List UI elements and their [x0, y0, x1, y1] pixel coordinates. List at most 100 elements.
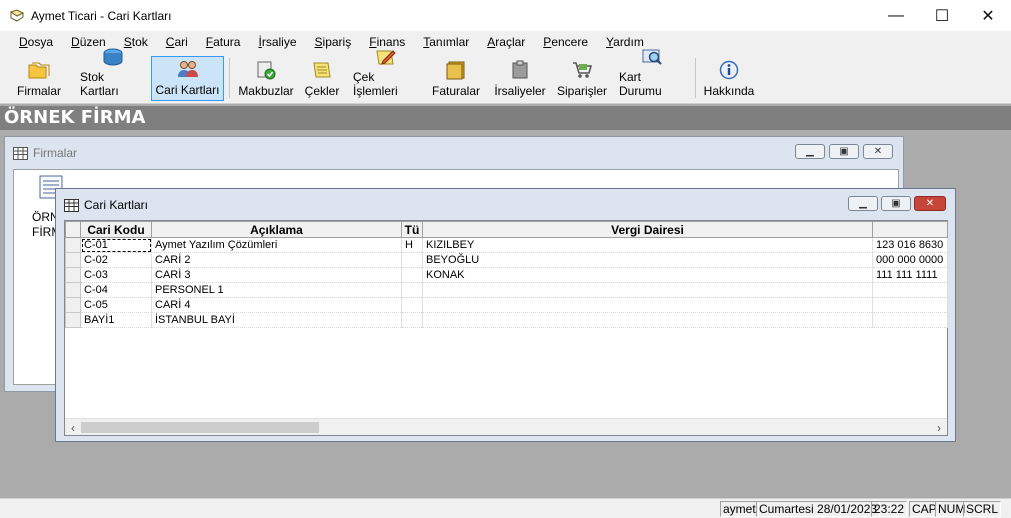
firmalar-maximize-button[interactable]: ▣ [829, 144, 859, 159]
cari-window-title: Cari Kartları [84, 198, 149, 212]
firmalar-minimize-button[interactable]: ▁ [795, 144, 825, 159]
cari-table: Cari Kodu Açıklama Tü Vergi Dairesi C-01… [65, 221, 948, 328]
cari-kartlari-button[interactable]: Cari Kartları [151, 56, 224, 101]
cari-grid: Cari Kodu Açıklama Tü Vergi Dairesi C-01… [64, 220, 948, 436]
cell-aciklama[interactable]: İSTANBUL BAYİ [151, 312, 402, 328]
hakkinda-label: Hakkında [703, 84, 755, 98]
irsaliyeler-label: İrsaliyeler [494, 84, 546, 98]
menu-tanimlar[interactable]: Tanımlar [414, 35, 478, 49]
minimize-icon: ▁ [859, 198, 867, 209]
minimize-icon: ▁ [806, 146, 814, 157]
cell-vergi-no[interactable] [872, 297, 948, 313]
menu-bar: Dosya Düzen Stok Cari Fatura İrsaliye Si… [0, 31, 1011, 53]
irsaliyeler-button[interactable]: İrsaliyeler [494, 56, 546, 101]
cell-vergi-dairesi[interactable] [422, 312, 873, 328]
cell-tur[interactable] [401, 267, 423, 283]
cell-cari-kodu[interactable]: C-02 [80, 252, 152, 268]
col-vergi-dairesi[interactable]: Vergi Dairesi [422, 221, 873, 238]
cell-vergi-no[interactable] [872, 312, 948, 328]
maximize-button[interactable]: ☐ [919, 0, 965, 31]
minimize-button[interactable]: — [873, 0, 919, 31]
cari-window-caption: Cari Kartları [56, 189, 955, 221]
cell-vergi-dairesi[interactable] [422, 297, 873, 313]
table-icon [13, 146, 28, 160]
cell-tur[interactable] [401, 252, 423, 268]
kart-durumu-button[interactable]: Kart Durumu [619, 49, 685, 101]
cell-aciklama[interactable]: PERSONEL 1 [151, 282, 402, 298]
cell-cari-kodu[interactable]: BAYİ1 [80, 312, 152, 328]
horizontal-scrollbar[interactable]: ‹ › [65, 418, 947, 435]
table-row[interactable]: C-05 CARİ 4 [65, 297, 948, 313]
menu-cari[interactable]: Cari [157, 35, 197, 49]
scroll-left-icon[interactable]: ‹ [65, 419, 81, 436]
table-row[interactable]: C-03 CARİ 3 KONAK 111 111 1111 [65, 267, 948, 283]
faturalar-button[interactable]: Faturalar [431, 56, 481, 101]
cari-minimize-button[interactable]: ▁ [848, 196, 878, 211]
toolbar: Firmalar Stok Kartları Cari Kartları Mak… [0, 48, 1011, 104]
cekler-button[interactable]: Çekler [302, 56, 342, 101]
table-row[interactable]: BAYİ1 İSTANBUL BAYİ [65, 312, 948, 328]
close-icon: ✕ [925, 198, 935, 209]
cell-tur[interactable] [401, 282, 423, 298]
menu-siparis[interactable]: Sipariş [306, 35, 361, 49]
cell-cari-kodu[interactable]: C-03 [80, 267, 152, 283]
cell-vergi-dairesi[interactable]: KIZILBEY [422, 237, 873, 253]
close-button[interactable]: ✕ [965, 0, 1011, 31]
menu-araclar[interactable]: Araçlar [478, 35, 534, 49]
cell-vergi-no[interactable]: 123 016 8630 [872, 237, 948, 253]
cell-vergi-dairesi[interactable]: BEYOĞLU [422, 252, 873, 268]
table-icon [64, 198, 79, 212]
cell-aciklama[interactable]: Aymet Yazılım Çözümleri [151, 237, 402, 253]
cell-tur[interactable] [401, 297, 423, 313]
cell-aciklama[interactable]: CARİ 2 [151, 252, 402, 268]
cell-cari-kodu[interactable]: C-05 [80, 297, 152, 313]
stok-kartlari-button[interactable]: Stok Kartları [80, 48, 146, 101]
menu-pencere[interactable]: Pencere [534, 35, 597, 49]
cell-aciklama[interactable]: CARİ 3 [151, 267, 402, 283]
cell-vergi-no[interactable] [872, 282, 948, 298]
makbuzlar-label: Makbuzlar [238, 84, 294, 98]
cari-close-button[interactable]: ✕ [914, 196, 946, 211]
scrollbar-thumb[interactable] [81, 422, 319, 433]
cell-cari-kodu[interactable]: C-04 [80, 282, 152, 298]
cell-tur[interactable]: H [401, 237, 423, 253]
menu-dosya[interactable]: Dosya [10, 35, 62, 49]
cell-cari-kodu[interactable]: C-01 [80, 237, 152, 253]
menu-fatura[interactable]: Fatura [197, 35, 250, 49]
table-row[interactable]: C-01 Aymet Yazılım Çözümleri H KIZILBEY … [65, 237, 948, 253]
hakkinda-button[interactable]: Hakkında [703, 56, 755, 101]
col-aciklama[interactable]: Açıklama [151, 221, 402, 238]
folders-icon [27, 59, 51, 81]
table-row[interactable]: C-04 PERSONEL 1 [65, 282, 948, 298]
row-indicator[interactable] [65, 282, 81, 298]
card-search-icon [640, 47, 664, 67]
firmalar-close-button[interactable]: ✕ [863, 144, 893, 159]
row-indicator[interactable] [65, 237, 81, 253]
row-indicator[interactable] [65, 312, 81, 328]
siparisler-button[interactable]: Siparişler [557, 56, 607, 101]
row-indicator[interactable] [65, 267, 81, 283]
makbuzlar-button[interactable]: Makbuzlar [238, 56, 294, 101]
col-cari-kodu[interactable]: Cari Kodu [80, 221, 152, 238]
scroll-right-icon[interactable]: › [931, 419, 947, 436]
mdi-workspace: Firmalar ▁ ▣ ✕ ÖRN FİRM Cari Kartları ▁ … [0, 130, 1011, 498]
cari-kartlari-label: Cari Kartları [155, 83, 220, 97]
cell-tur[interactable] [401, 312, 423, 328]
cell-vergi-dairesi[interactable] [422, 282, 873, 298]
cekler-label: Çekler [304, 84, 340, 98]
col-vergi-no[interactable] [872, 221, 948, 238]
row-indicator[interactable] [65, 252, 81, 268]
window-title: Aymet Ticari - Cari Kartları [31, 8, 172, 23]
menu-irsaliye[interactable]: İrsaliye [249, 35, 305, 49]
cell-aciklama[interactable]: CARİ 4 [151, 297, 402, 313]
row-indicator[interactable] [65, 297, 81, 313]
firmalar-button[interactable]: Firmalar [14, 56, 64, 101]
cek-islemleri-button[interactable]: Çek İşlemleri [353, 50, 419, 101]
cell-vergi-no[interactable]: 111 111 1111 [872, 267, 948, 283]
cek-islemleri-label: Çek İşlemleri [353, 70, 398, 98]
table-row[interactable]: C-02 CARİ 2 BEYOĞLU 000 000 0000 [65, 252, 948, 268]
cell-vergi-dairesi[interactable]: KONAK [422, 267, 873, 283]
cell-vergi-no[interactable]: 000 000 0000 [872, 252, 948, 268]
col-tur[interactable]: Tü [401, 221, 423, 238]
cari-maximize-button[interactable]: ▣ [881, 196, 911, 211]
